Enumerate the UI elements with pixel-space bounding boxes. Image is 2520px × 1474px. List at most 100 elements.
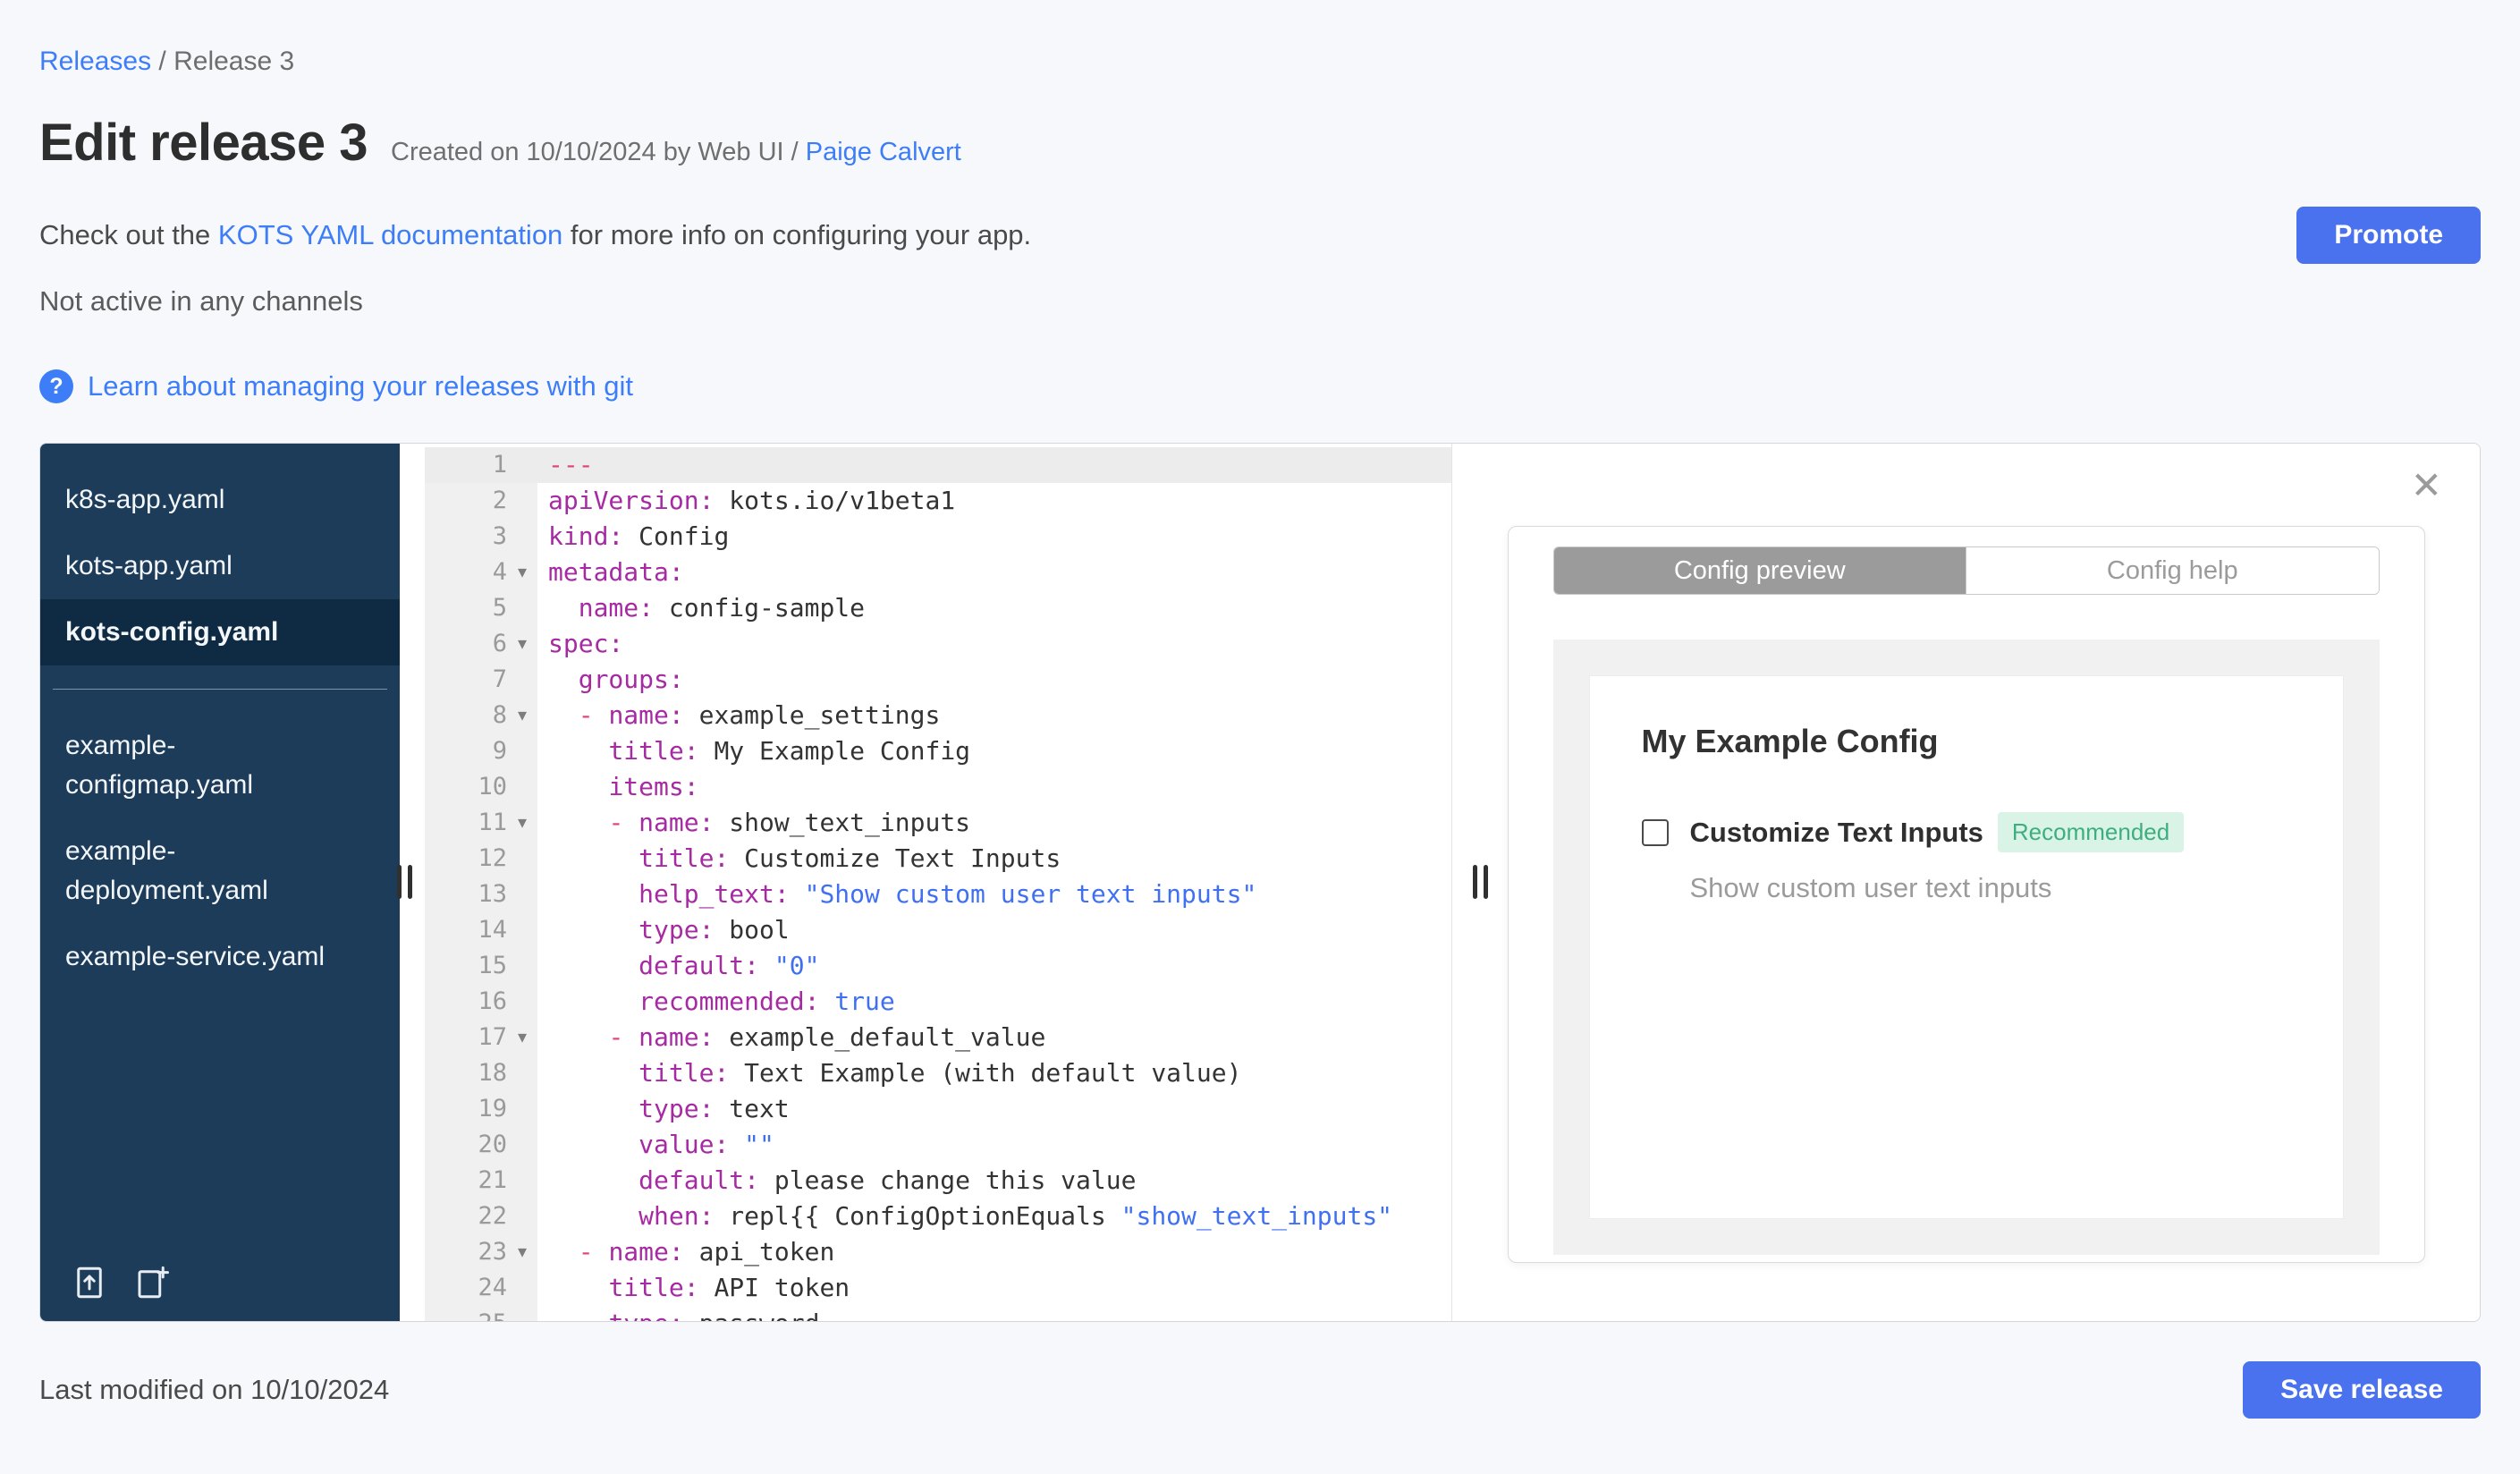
fold-icon[interactable]: ▾ <box>507 805 537 841</box>
code-text[interactable]: - name: show_text_inputs <box>537 805 1451 841</box>
line-number: 8 <box>492 701 507 729</box>
code-line: 7 groups: <box>425 662 1451 698</box>
sidebar-item-kots-config-yaml[interactable]: kots-config.yaml <box>40 599 400 665</box>
line-number: 7 <box>492 665 507 693</box>
promote-button[interactable]: Promote <box>2296 207 2481 264</box>
line-number: 5 <box>492 594 507 622</box>
preview-tabs: Config preview Config help <box>1552 546 2380 595</box>
code-text[interactable]: default: "0" <box>537 948 1451 984</box>
line-gutter: 18 <box>425 1055 537 1091</box>
sidebar-item-example-configmap-yaml[interactable]: example-configmap.yaml <box>40 713 400 818</box>
code-line: 11 ▾ - name: show_text_inputs <box>425 805 1451 841</box>
code-line: 13 help_text: "Show custom user text inp… <box>425 877 1451 912</box>
file-list: k8s-app.yaml kots-app.yaml kots-config.yam… <box>40 467 400 990</box>
created-author-link[interactable]: Paige Calvert <box>806 138 961 166</box>
code-text[interactable]: - name: example_default_value <box>537 1020 1451 1055</box>
breadcrumb-current: Release 3 <box>173 47 295 76</box>
code-text[interactable]: items: <box>537 769 1451 805</box>
config-option-row: Customize Text Inputs Recommended <box>1641 812 2291 852</box>
fold-icon[interactable]: ▾ <box>507 626 537 662</box>
customize-text-inputs-checkbox[interactable] <box>1641 818 1669 846</box>
code-text[interactable]: value: "" <box>537 1127 1451 1163</box>
sidebar-item-kots-app-yaml[interactable]: kots-app.yaml <box>40 533 400 599</box>
new-file-icon[interactable] <box>133 1264 171 1301</box>
option-label: Customize Text Inputs <box>1689 816 1983 848</box>
line-number: 4 <box>492 558 507 586</box>
code-editor[interactable]: 1 --- 2 apiVersion: kots.io/v1beta1 3 kind: C… <box>400 444 1451 1321</box>
code-line: 25 type: password <box>425 1306 1451 1321</box>
line-gutter: 13 <box>425 877 537 912</box>
config-group-title: My Example Config <box>1641 723 1939 759</box>
code-text[interactable]: --- <box>537 447 1451 483</box>
line-gutter: 17 ▾ <box>425 1020 537 1055</box>
preview-card: Config preview Config help My Example Co… <box>1507 526 2425 1263</box>
git-help-row: ? Learn about managing your releases wit… <box>39 369 2481 403</box>
preview-resize-handle[interactable] <box>1473 865 1488 899</box>
line-gutter: 21 <box>425 1163 537 1199</box>
code-line: 23 ▾ - name: api_token <box>425 1234 1451 1270</box>
import-file-icon[interactable] <box>71 1264 108 1301</box>
line-number: 13 <box>478 880 507 908</box>
sidebar-item-example-service-yaml[interactable]: example-service.yaml <box>40 924 400 990</box>
code-line: 16 recommended: true <box>425 984 1451 1020</box>
code-line: 3 kind: Config <box>425 519 1451 555</box>
code-line: 9 title: My Example Config <box>425 733 1451 769</box>
code-text[interactable]: title: Customize Text Inputs <box>537 841 1451 877</box>
code-text[interactable]: type: password <box>537 1306 1451 1321</box>
kots-yaml-doc-link[interactable]: KOTS YAML documentation <box>218 219 562 250</box>
line-gutter: 3 <box>425 519 537 555</box>
code-text[interactable]: - name: api_token <box>537 1234 1451 1270</box>
code-text[interactable]: title: API token <box>537 1270 1451 1306</box>
line-number: 2 <box>492 487 507 514</box>
code-text[interactable]: title: Text Example (with default value) <box>537 1055 1451 1091</box>
code-line: 24 title: API token <box>425 1270 1451 1306</box>
fold-icon[interactable]: ▾ <box>507 555 537 590</box>
tab-config-help[interactable]: Config help <box>1966 547 2379 594</box>
tab-config-preview[interactable]: Config preview <box>1553 547 1966 594</box>
code-text[interactable]: - name: example_settings <box>537 698 1451 733</box>
code-text[interactable]: type: text <box>537 1091 1451 1127</box>
line-gutter: 10 <box>425 769 537 805</box>
line-number: 1 <box>492 451 507 479</box>
code-text[interactable]: apiVersion: kots.io/v1beta1 <box>537 483 1451 519</box>
line-gutter: 16 <box>425 984 537 1020</box>
breadcrumb-releases-link[interactable]: Releases <box>39 47 151 76</box>
code-text[interactable]: name: config-sample <box>537 590 1451 626</box>
code-text[interactable]: kind: Config <box>537 519 1451 555</box>
file-sidebar: k8s-app.yaml kots-app.yaml kots-config.yam… <box>40 444 400 1321</box>
sidebar-item-k8s-app-yaml[interactable]: k8s-app.yaml <box>40 467 400 533</box>
doc-row: Check out the KOTS YAML documentation fo… <box>39 207 2481 264</box>
code-text[interactable]: when: repl{{ ConfigOptionEquals "show_te… <box>537 1199 1451 1234</box>
line-number: 24 <box>478 1274 507 1301</box>
code-text[interactable]: metadata: <box>537 555 1451 590</box>
line-number: 16 <box>478 987 507 1015</box>
channel-status: Not active in any channels <box>39 285 363 317</box>
sidebar-item-example-deployment-yaml[interactable]: example-deployment.yaml <box>40 818 400 924</box>
fold-icon[interactable]: ▾ <box>507 1020 537 1055</box>
code-text[interactable]: recommended: true <box>537 984 1451 1020</box>
git-releases-link[interactable]: Learn about managing your releases with … <box>88 370 633 402</box>
sidebar-resize-handle[interactable] <box>397 865 412 899</box>
code-text[interactable]: groups: <box>537 662 1451 698</box>
code-text[interactable]: default: please change this value <box>537 1163 1451 1199</box>
line-number: 11 <box>478 809 507 836</box>
code-text[interactable]: title: My Example Config <box>537 733 1451 769</box>
fold-icon[interactable]: ▾ <box>507 1234 537 1270</box>
code-text[interactable]: help_text: "Show custom user text inputs… <box>537 877 1451 912</box>
line-gutter: 19 <box>425 1091 537 1127</box>
code-text[interactable]: type: bool <box>537 912 1451 948</box>
close-icon[interactable]: ✕ <box>2411 467 2442 504</box>
option-help-text: Show custom user text inputs <box>1689 872 2052 903</box>
fold-icon[interactable]: ▾ <box>507 698 537 733</box>
save-release-button[interactable]: Save release <box>2243 1361 2481 1419</box>
code-text[interactable]: spec: <box>537 626 1451 662</box>
line-gutter: 23 ▾ <box>425 1234 537 1270</box>
